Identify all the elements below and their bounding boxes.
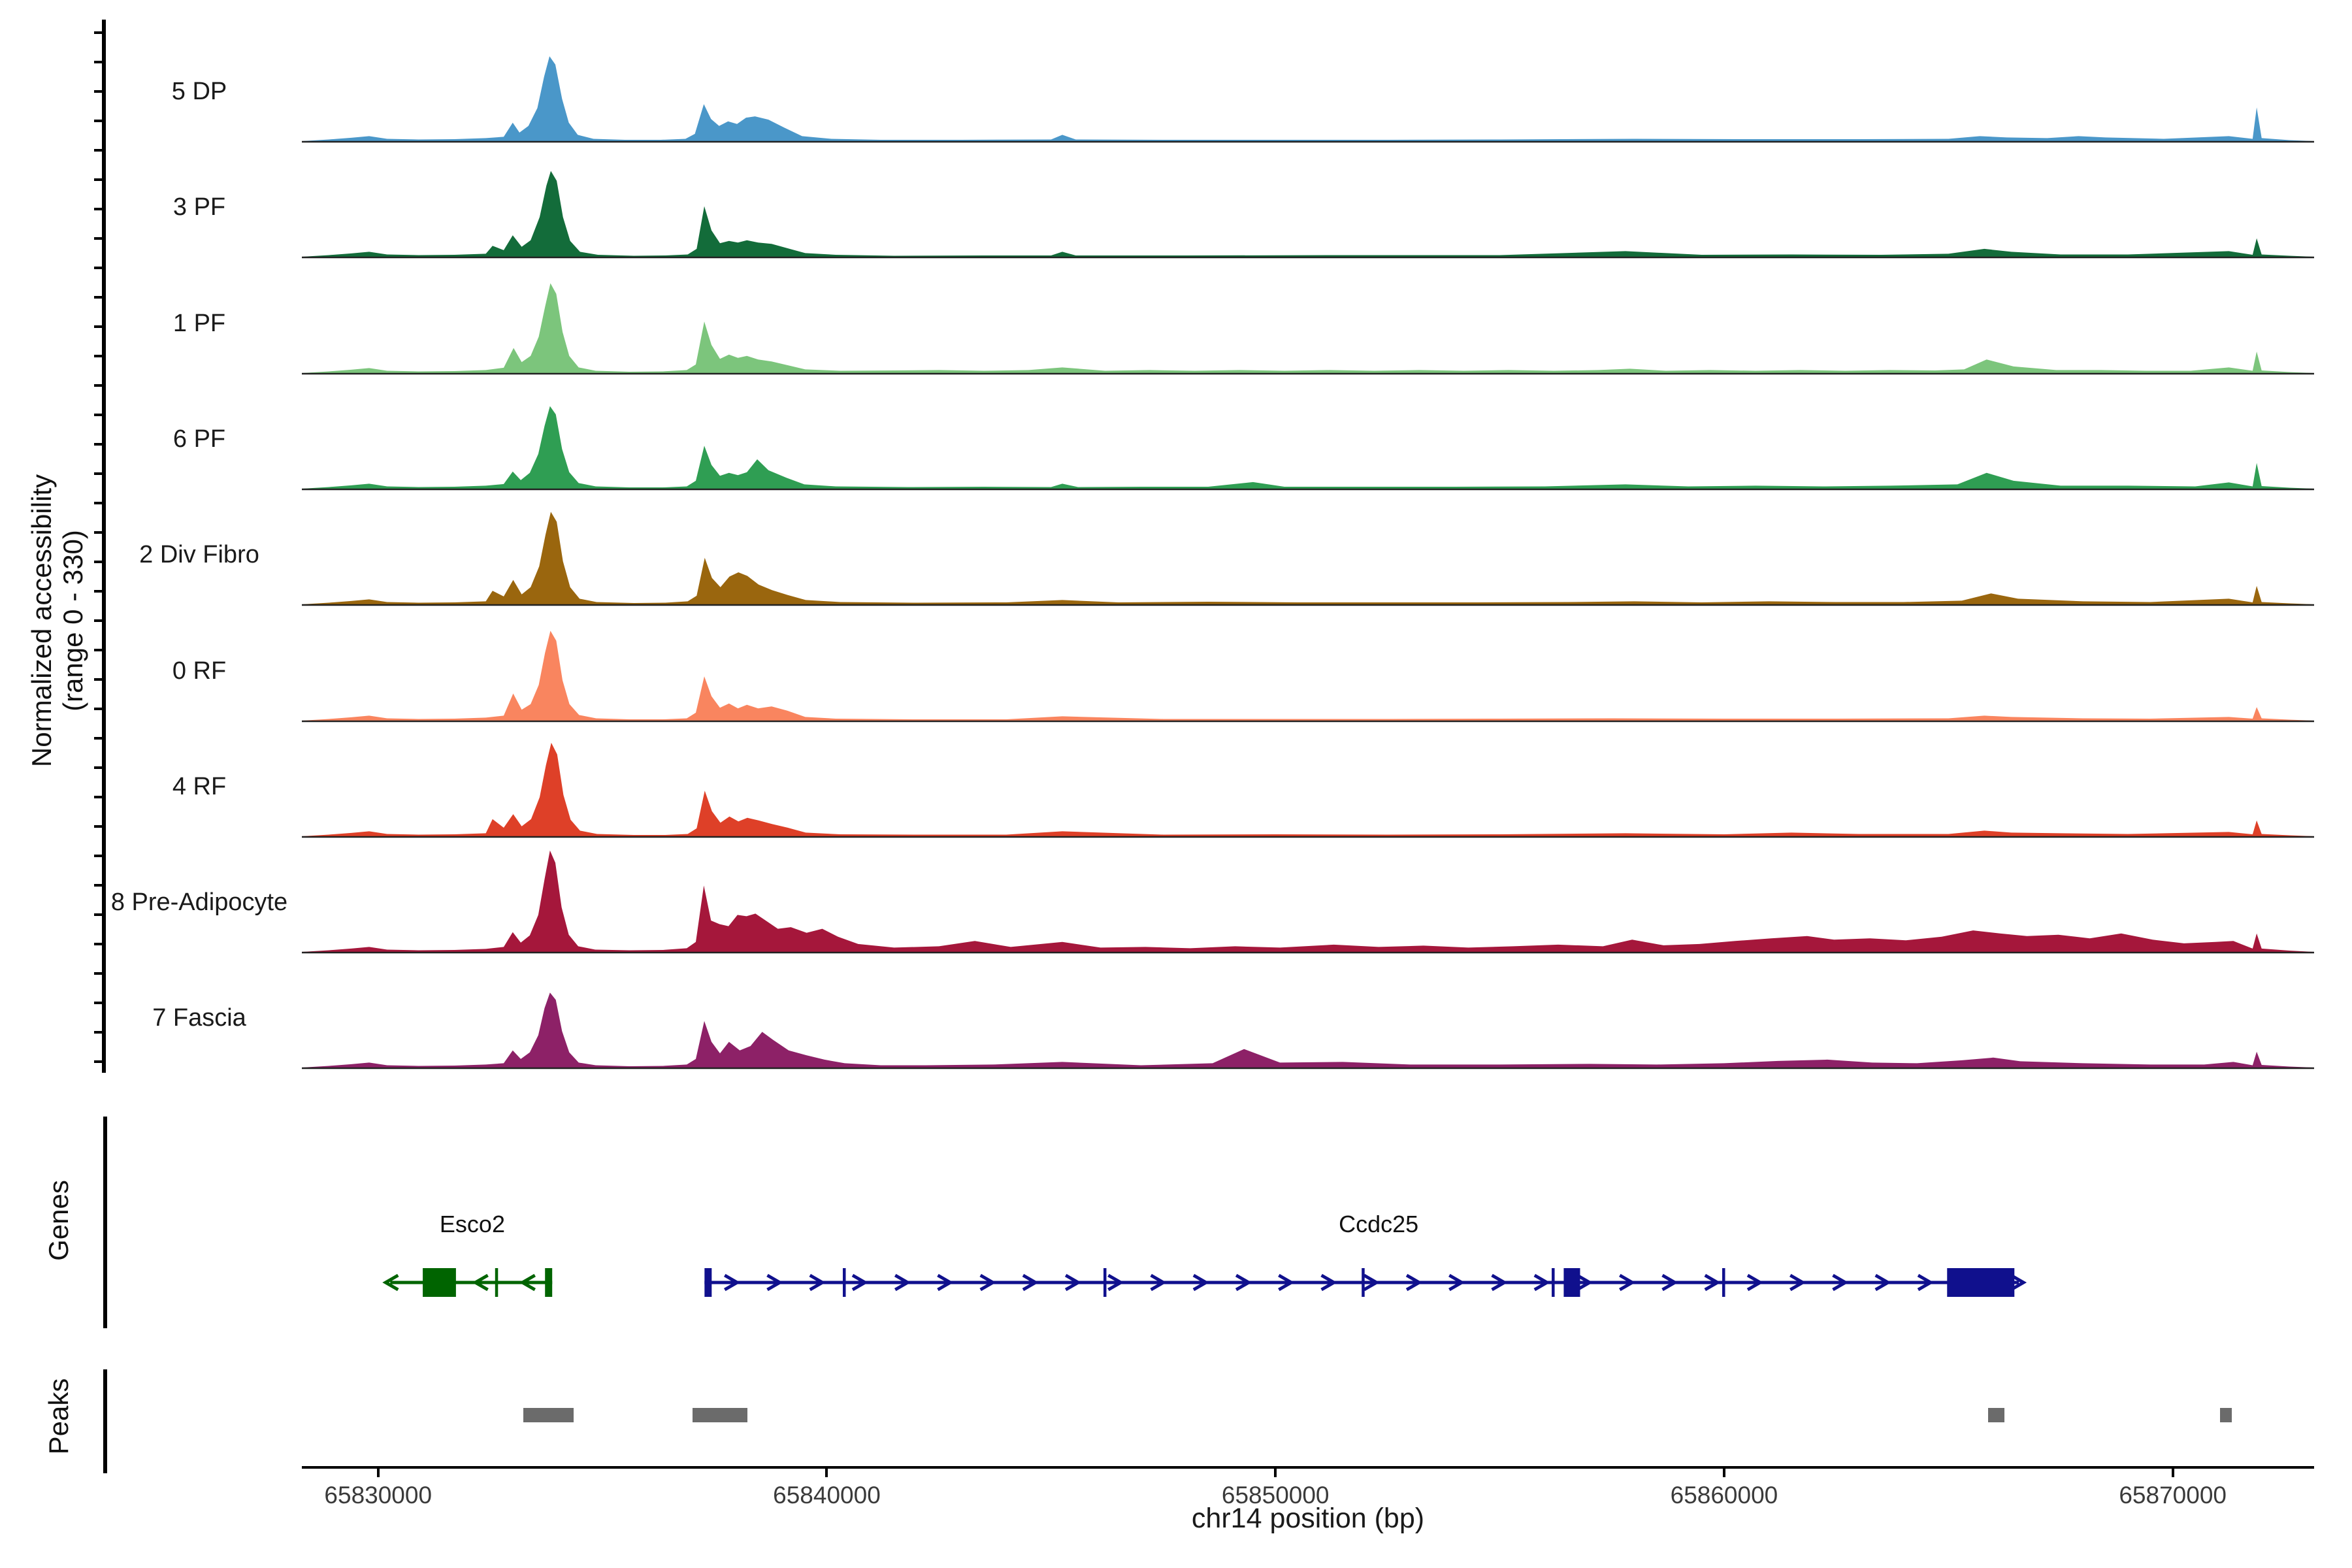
genes-axis-line — [103, 1117, 107, 1328]
y-axis-tick — [94, 825, 103, 828]
y-axis-tick — [94, 1002, 103, 1004]
track-label-2-div-fibro: 2 Div Fibro — [16, 541, 382, 569]
x-axis-tick — [2172, 1469, 2174, 1477]
gene-name-ccdc25: Ccdc25 — [1339, 1211, 1418, 1238]
y-axis-tick — [94, 237, 103, 240]
peak-interval — [2220, 1408, 2232, 1422]
y-axis-tick — [94, 708, 103, 710]
coverage-signal — [302, 743, 2314, 836]
coverage-signal — [302, 56, 2314, 141]
coverage-signal — [302, 993, 2314, 1068]
y-axis-tick — [94, 855, 103, 857]
y-axis-tick — [94, 590, 103, 593]
y-axis-tick — [94, 384, 103, 387]
peak-interval — [523, 1408, 574, 1422]
coverage-track-4-rf — [302, 724, 2314, 839]
y-axis-tick — [94, 414, 103, 416]
x-axis-tick — [377, 1469, 380, 1477]
coverage-signal — [302, 283, 2314, 373]
coverage-plot: Normalized accessibility (range 0 - 330)… — [0, 0, 2352, 1568]
y-axis-tick — [94, 31, 103, 34]
x-axis-line — [302, 1466, 2314, 1469]
y-axis-tick — [94, 649, 103, 651]
peaks-section-label: Peaks — [43, 1379, 74, 1455]
genes-svg — [295, 1237, 2321, 1328]
y-axis-tick — [94, 884, 103, 887]
x-axis-tick — [825, 1469, 828, 1477]
coverage-signal — [302, 406, 2314, 488]
y-axis-tick — [94, 737, 103, 740]
peaks-axis-line — [103, 1369, 107, 1473]
y-axis-tick — [94, 531, 103, 534]
coverage-track-6-pf — [302, 376, 2314, 491]
x-axis-tick-label: 65830000 — [324, 1482, 432, 1509]
y-axis-tick — [94, 267, 103, 269]
y-axis-tick — [94, 472, 103, 475]
y-axis-tick — [94, 943, 103, 945]
y-axis-title-line1: Normalized accessibility — [26, 474, 57, 767]
genes-section-label: Genes — [43, 1180, 74, 1261]
track-label-7-fascia: 7 Fascia — [16, 1004, 382, 1032]
x-axis-title: chr14 position (bp) — [1192, 1503, 1424, 1535]
coverage-signal — [302, 171, 2314, 257]
coverage-track-2-div-fibro — [302, 492, 2314, 607]
peak-interval — [1988, 1408, 2004, 1422]
x-axis-tick-label: 65870000 — [2119, 1482, 2227, 1509]
coverage-signal — [302, 630, 2314, 721]
y-axis-tick — [94, 120, 103, 122]
track-label-8-pre-adipocyte: 8 Pre-Adipocyte — [16, 889, 382, 917]
track-label-4-rf: 4 RF — [16, 773, 382, 801]
gene-esco2 — [385, 1268, 552, 1297]
y-axis-tick — [94, 502, 103, 504]
track-label-6-pf: 6 PF — [16, 425, 382, 453]
coverage-track-3-pf — [302, 144, 2314, 259]
track-label-5-dp: 5 DP — [16, 78, 382, 106]
y-axis-tick — [94, 178, 103, 181]
track-label-0-rf: 0 RF — [16, 657, 382, 685]
coverage-signal — [302, 512, 2314, 605]
y-axis-tick — [94, 972, 103, 975]
coverage-track-8-pre-adipocyte — [302, 840, 2314, 955]
y-axis-tick — [94, 1060, 103, 1063]
y-axis-tick — [94, 61, 103, 63]
x-axis-tick-label: 65840000 — [773, 1482, 881, 1509]
y-axis-tick — [94, 149, 103, 152]
y-axis-tick — [94, 296, 103, 299]
coverage-signal — [302, 851, 2314, 952]
coverage-track-5-dp — [302, 29, 2314, 144]
gene-name-esco2: Esco2 — [440, 1211, 505, 1238]
track-label-3-pf: 3 PF — [16, 193, 382, 221]
track-label-1-pf: 1 PF — [16, 310, 382, 338]
peak-interval — [693, 1408, 747, 1422]
y-axis-tick — [94, 355, 103, 357]
gene-ccdc25 — [704, 1268, 2023, 1297]
coverage-track-1-pf — [302, 261, 2314, 376]
x-axis-tick-label: 65860000 — [1671, 1482, 1778, 1509]
x-axis-tick — [1274, 1469, 1277, 1477]
y-axis-tick — [94, 619, 103, 622]
x-axis-tick — [1723, 1469, 1725, 1477]
coverage-track-0-rf — [302, 608, 2314, 723]
coverage-track-7-fascia — [302, 955, 2314, 1070]
y-axis-tick — [94, 766, 103, 769]
